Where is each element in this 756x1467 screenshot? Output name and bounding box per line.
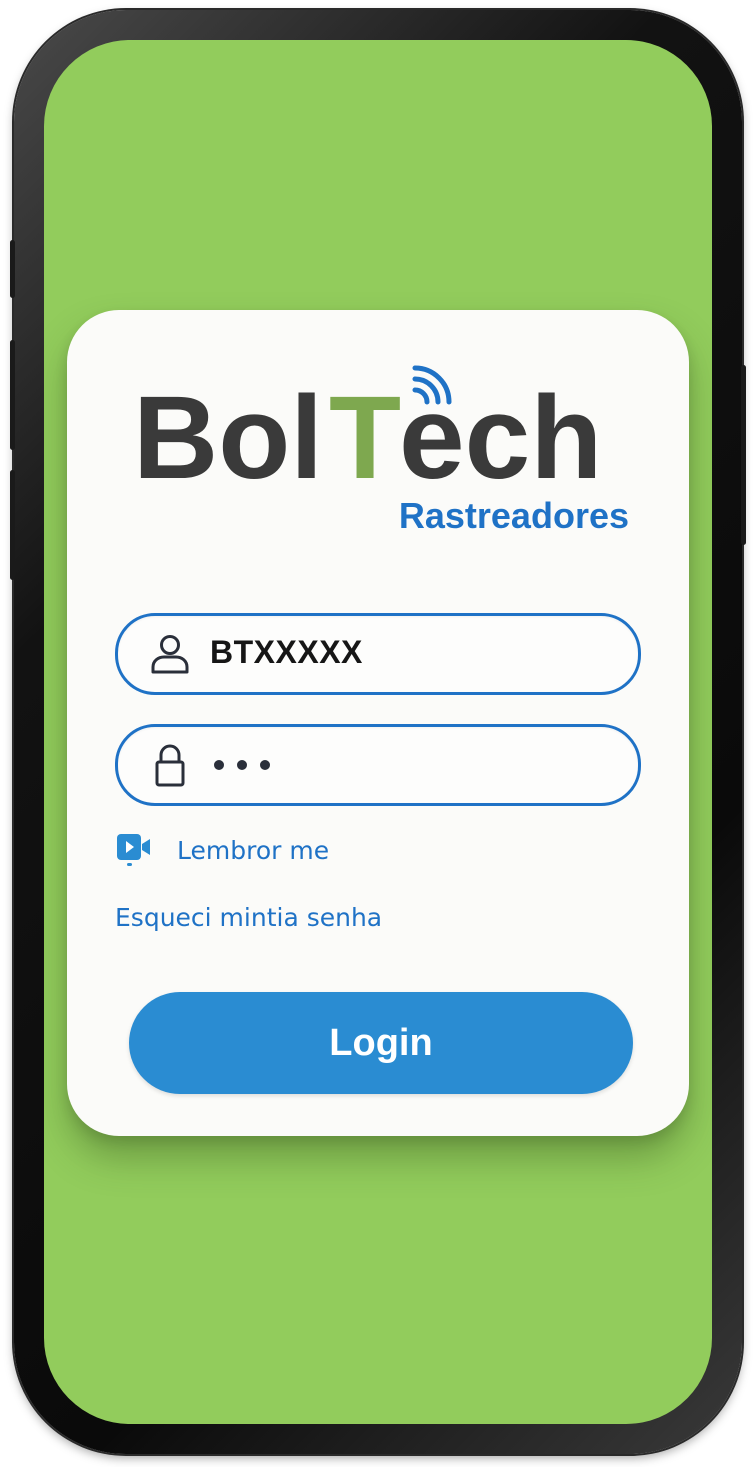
password-masked-value (214, 760, 270, 770)
app-screen: Bol T ech Rastreadores BTXXXXX Lembror m… (44, 40, 712, 1424)
power-button (741, 365, 746, 545)
password-field[interactable] (115, 724, 641, 806)
volume-up-button (10, 240, 15, 298)
lock-icon (155, 744, 185, 787)
logo-tagline: Rastreadores (399, 495, 629, 536)
user-icon (151, 635, 189, 674)
remember-me-label: Lembror me (177, 835, 330, 865)
boltech-logo: Bol T ech Rastreadores (133, 365, 629, 536)
phone-frame: Bol T ech Rastreadores BTXXXXX Lembror m… (10, 10, 746, 1454)
forgot-password-link[interactable]: Esqueci mintia senha (115, 903, 382, 932)
username-value: BTXXXXX (210, 634, 363, 670)
login-card: Bol T ech Rastreadores BTXXXXX Lembror m… (67, 310, 689, 1136)
logo-text-bol: Bol (133, 372, 323, 504)
username-field[interactable]: BTXXXXX (115, 613, 641, 695)
mute-switch (10, 470, 15, 580)
remember-me-toggle[interactable]: Lembror me (115, 830, 329, 870)
login-button[interactable]: Login (129, 992, 633, 1094)
volume-down-button (10, 340, 15, 450)
video-camera-icon (117, 834, 150, 866)
logo-text-t: T (329, 372, 401, 504)
logo-text-ech: ech (399, 372, 602, 504)
